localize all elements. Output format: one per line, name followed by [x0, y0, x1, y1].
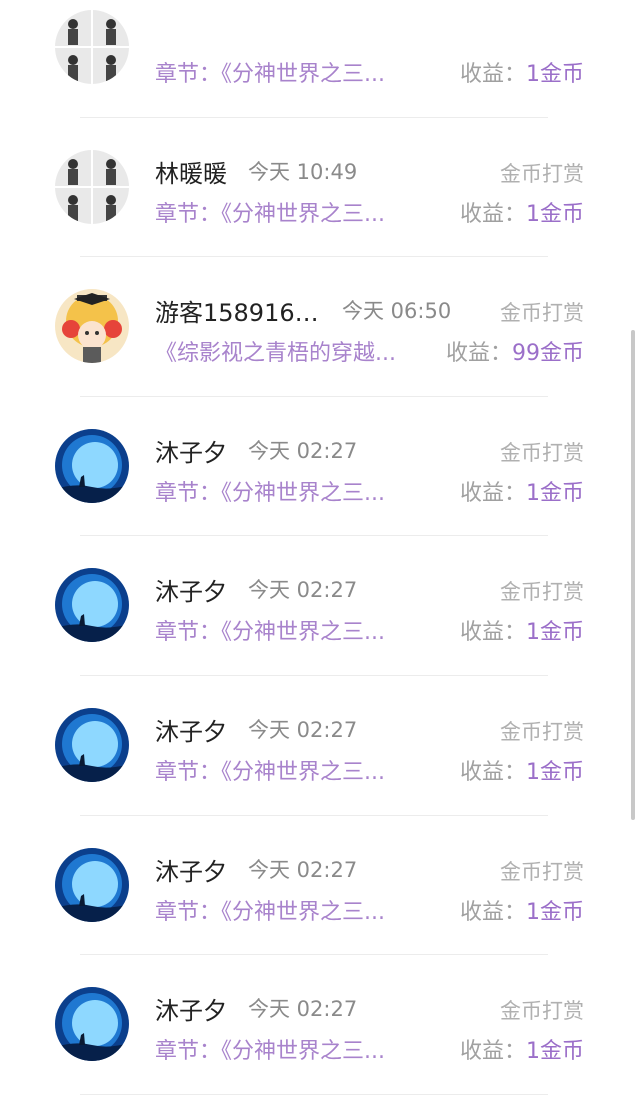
avatar[interactable] [55, 149, 129, 224]
earnings-label: 收益： [459, 62, 526, 87]
earnings-label: 收益： [445, 341, 512, 367]
earnings-label: 收益： [459, 620, 526, 646]
earnings-value: 1金币 [526, 899, 584, 925]
earnings-label: 收益： [459, 201, 526, 227]
user-name[interactable]: 沐子夕 [155, 991, 227, 1026]
timestamp: 今天 10:49 [248, 159, 358, 184]
list-item[interactable]: 沐子夕 今天 02:27 金币打赏 章节：《分神世界之三... 收益：1金币 [0, 397, 640, 537]
cartoon-avatar-icon [55, 289, 129, 364]
chapter-text[interactable]: 《综影视之青梧的穿越... [155, 335, 396, 367]
moon-avatar-icon [55, 707, 129, 782]
chapter-text[interactable]: 章节：《分神世界之三... [155, 894, 385, 926]
user-name[interactable]: 林暖暖 [155, 154, 227, 189]
list-item[interactable]: 林暖暖 今天 10:49 金币打赏 章节：《分神世界之三... 收益：1金币 [0, 118, 640, 258]
photo-grid-avatar-icon [55, 10, 129, 84]
avatar[interactable] [55, 10, 129, 84]
chapter-text[interactable]: 章节：《分神世界之三... [155, 196, 385, 228]
earnings-value: 1金币 [526, 759, 584, 785]
timestamp: 今天 02:27 [248, 578, 358, 603]
list-item[interactable]: 沐子夕 今天 02:27 金币打赏 章节：《分神世界之三... 收益：1金币 [0, 955, 640, 1095]
earnings-value: 99金币 [512, 341, 584, 367]
avatar[interactable] [55, 987, 129, 1062]
reward-type: 金币打赏 [500, 580, 584, 605]
timestamp: 今天 02:27 [248, 997, 358, 1022]
reward-type: 金币打赏 [500, 301, 584, 326]
earnings: 收益：1金币 [460, 894, 584, 926]
chapter-text[interactable]: 章节：《分神世界之三... [155, 1033, 385, 1065]
reward-type: 金币打赏 [500, 440, 584, 465]
earnings: 收益：1金币 [460, 754, 584, 786]
earnings-label: 收益： [459, 759, 526, 785]
user-name[interactable]: 沐子夕 [155, 572, 227, 607]
reward-type: 金币打赏 [500, 161, 584, 186]
avatar[interactable] [55, 428, 129, 503]
avatar[interactable] [55, 568, 129, 643]
user-name[interactable]: 沐子夕 [155, 433, 227, 468]
user-name[interactable]: 游客1589161... [155, 293, 327, 328]
earnings-value: 1金币 [526, 1039, 584, 1065]
avatar[interactable] [55, 847, 129, 922]
moon-avatar-icon [55, 568, 129, 643]
earnings: 收益：1金币 [460, 196, 584, 228]
list-item[interactable]: 章节：《分神世界之三... 收益：1金币 [0, 0, 640, 118]
scrollbar[interactable] [631, 330, 635, 820]
earnings: 收益：1金币 [460, 1033, 584, 1065]
earnings-value: 1金币 [526, 620, 584, 646]
earnings-label: 收益： [459, 899, 526, 925]
chapter-text: 章节：《分神世界之三... [155, 62, 385, 87]
reward-type: 金币打赏 [500, 999, 584, 1024]
chapter-text[interactable]: 章节：《分神世界之三... [155, 614, 385, 646]
earnings-value: 1金币 [526, 480, 584, 506]
timestamp: 今天 02:27 [248, 438, 358, 463]
timestamp: 今天 06:50 [342, 299, 452, 324]
list-item[interactable]: 游客1589161... 今天 06:50 金币打赏 《综影视之青梧的穿越...… [0, 257, 640, 397]
reward-type: 金币打赏 [500, 719, 584, 744]
reward-list: 章节：《分神世界之三... 收益：1金币 林暖暖 今天 10:49 金币打赏 章… [0, 0, 640, 1095]
earnings-label: 收益： [459, 1039, 526, 1065]
list-item[interactable]: 沐子夕 今天 02:27 金币打赏 章节：《分神世界之三... 收益：1金币 [0, 536, 640, 676]
user-name[interactable]: 沐子夕 [155, 712, 227, 747]
user-name[interactable]: 沐子夕 [155, 852, 227, 887]
moon-avatar-icon [55, 987, 129, 1062]
timestamp: 今天 02:27 [248, 857, 358, 882]
earnings: 收益：1金币 [460, 56, 584, 88]
moon-avatar-icon [55, 847, 129, 922]
earnings-label: 收益： [459, 480, 526, 506]
reward-type: 金币打赏 [500, 859, 584, 884]
chapter-text[interactable]: 章节：《分神世界之三... [155, 754, 385, 786]
timestamp: 今天 02:27 [248, 717, 358, 742]
avatar[interactable] [55, 289, 129, 364]
moon-avatar-icon [55, 428, 129, 503]
photo-grid-avatar-icon [55, 149, 129, 224]
avatar[interactable] [55, 707, 129, 782]
chapter-text[interactable]: 章节：《分神世界之三... [155, 475, 385, 507]
list-item[interactable]: 沐子夕 今天 02:27 金币打赏 章节：《分神世界之三... 收益：1金币 [0, 676, 640, 816]
earnings-value: 1金币 [526, 201, 584, 227]
earnings-value: 1金币 [526, 62, 584, 87]
list-item[interactable]: 沐子夕 今天 02:27 金币打赏 章节：《分神世界之三... 收益：1金币 [0, 816, 640, 956]
earnings: 收益：99金币 [446, 335, 584, 367]
earnings: 收益：1金币 [460, 475, 584, 507]
earnings: 收益：1金币 [460, 614, 584, 646]
